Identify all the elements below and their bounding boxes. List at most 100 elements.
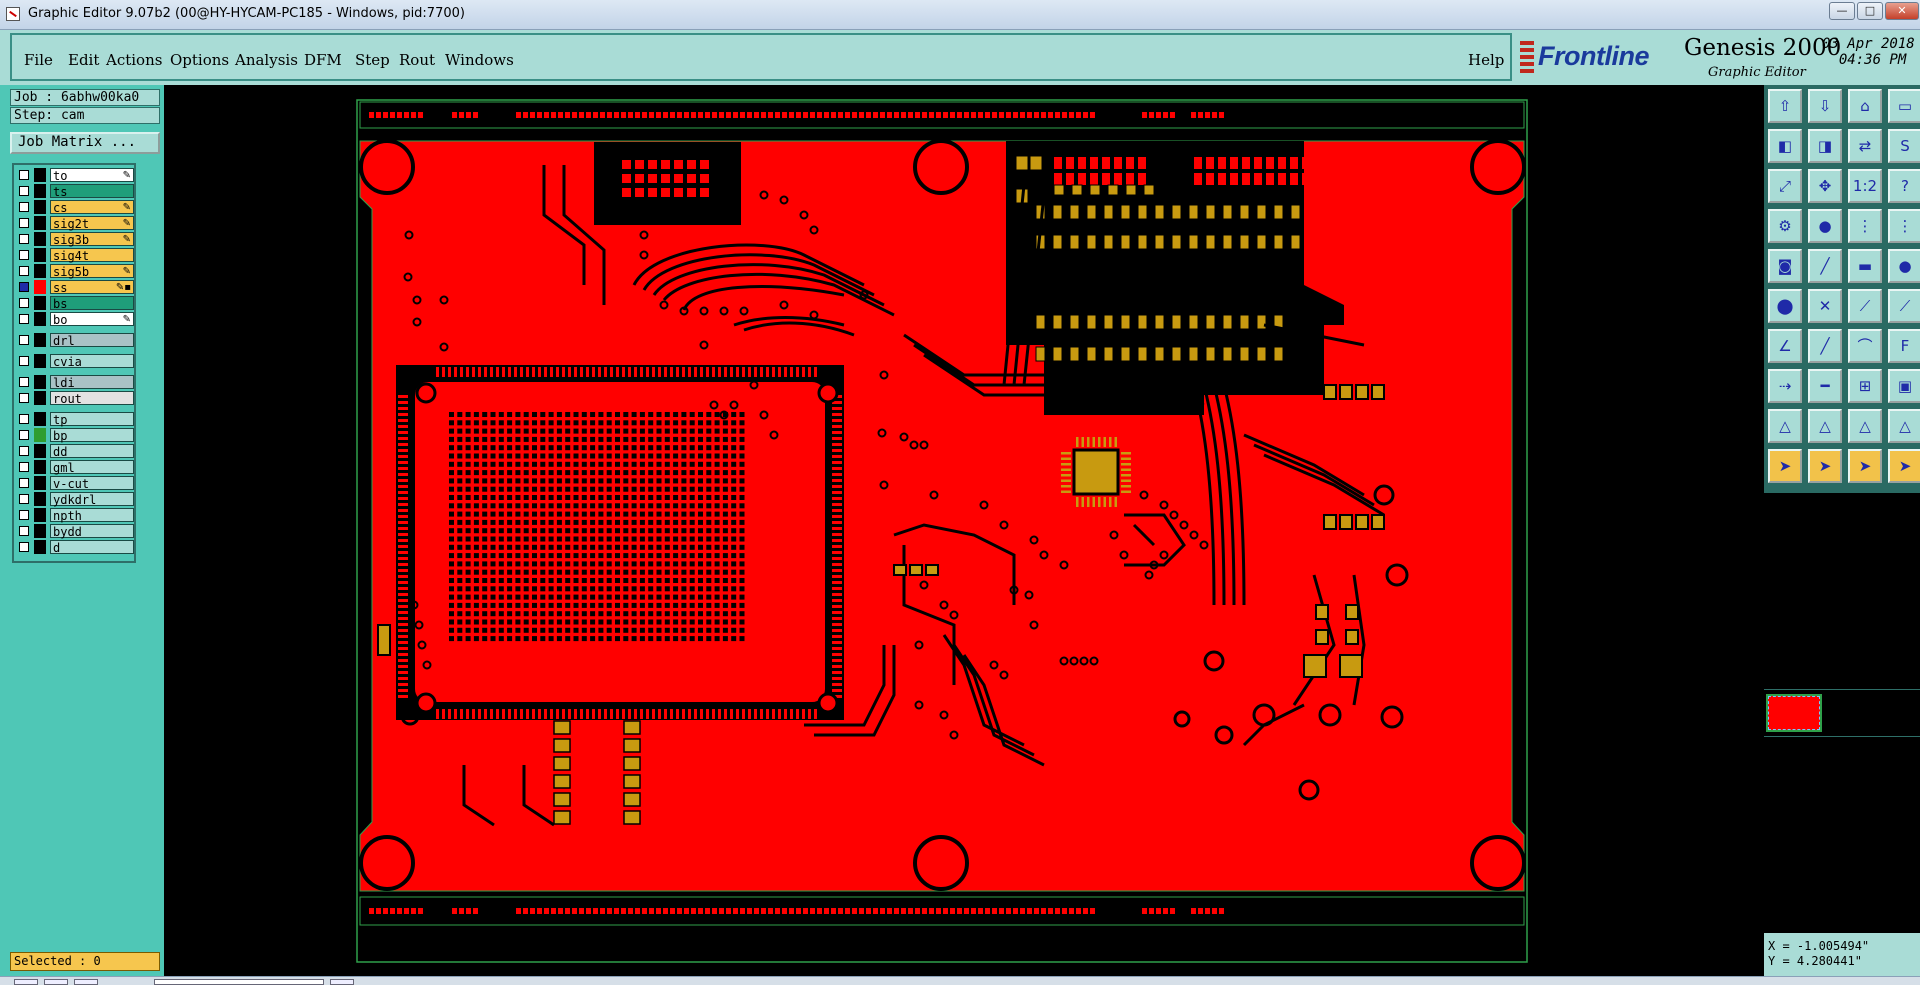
maximize-button[interactable]: □ bbox=[1857, 2, 1883, 20]
layer-checkbox[interactable] bbox=[19, 202, 29, 212]
pointer-area-icon[interactable]: ➤ bbox=[1848, 449, 1882, 483]
layer-checkbox[interactable] bbox=[19, 393, 29, 403]
layer-color-swatch[interactable] bbox=[34, 248, 46, 262]
layer-row-bo[interactable]: bo ✎ bbox=[16, 312, 134, 327]
layer-row-gml[interactable]: gml bbox=[16, 460, 134, 475]
layer-name[interactable]: sig5b ✎ bbox=[50, 264, 134, 279]
layer-name[interactable]: ldi bbox=[50, 375, 134, 390]
text-icon[interactable]: F bbox=[1888, 329, 1920, 363]
layer-row-cvia[interactable]: cvia bbox=[16, 354, 134, 369]
layer-color-swatch[interactable] bbox=[34, 540, 46, 554]
layer-name[interactable]: bo ✎ bbox=[50, 312, 134, 327]
layer-row-npth[interactable]: npth bbox=[16, 508, 134, 523]
arc-icon[interactable]: ⌒ bbox=[1848, 329, 1882, 363]
layer-color-swatch[interactable] bbox=[34, 264, 46, 278]
tri-icon[interactable]: △ bbox=[1768, 409, 1802, 443]
layer-row-tp[interactable]: tp bbox=[16, 412, 134, 427]
layer-row-bydd[interactable]: bydd bbox=[16, 524, 134, 539]
layer-name[interactable]: cvia bbox=[50, 354, 134, 369]
layer-color-swatch[interactable] bbox=[34, 391, 46, 405]
layer-name[interactable]: gml bbox=[50, 460, 134, 475]
layer-checkbox[interactable] bbox=[19, 414, 29, 424]
layer-checkbox[interactable] bbox=[19, 266, 29, 276]
overview-window[interactable] bbox=[1764, 689, 1920, 737]
layer-color-swatch[interactable] bbox=[34, 444, 46, 458]
pointer-select-icon[interactable]: ➤ bbox=[1808, 449, 1842, 483]
zoom-home-icon[interactable]: ✥ bbox=[1808, 169, 1842, 203]
layer-color-swatch[interactable] bbox=[34, 508, 46, 522]
layer-row-ss[interactable]: ss ✎▪ bbox=[16, 280, 134, 295]
pad-icon[interactable]: ◙ bbox=[1768, 249, 1802, 283]
layer-row-drl[interactable]: drl bbox=[16, 333, 134, 348]
layer-color-swatch[interactable] bbox=[34, 232, 46, 246]
layer-row-ydkdrl[interactable]: ydkdrl bbox=[16, 492, 134, 507]
pointer-icon[interactable]: ➤ bbox=[1768, 449, 1802, 483]
layer-row-v-cut[interactable]: v-cut bbox=[16, 476, 134, 491]
draw-diag-icon[interactable]: ╱ bbox=[1808, 329, 1842, 363]
strip-button[interactable] bbox=[330, 979, 354, 985]
measure-icon[interactable]: ⚙ bbox=[1768, 209, 1802, 243]
layer-name[interactable]: ydkdrl bbox=[50, 492, 134, 507]
layer-name[interactable]: ts bbox=[50, 184, 134, 199]
layer-color-swatch[interactable] bbox=[34, 460, 46, 474]
snap-icon[interactable]: S bbox=[1888, 129, 1920, 163]
layer-checkbox[interactable] bbox=[19, 494, 29, 504]
probe-icon[interactable]: ● bbox=[1808, 209, 1842, 243]
layer-name[interactable]: sig4t bbox=[50, 248, 134, 263]
menu-options[interactable]: Options bbox=[170, 51, 229, 69]
layer-row-sig5b[interactable]: sig5b ✎ bbox=[16, 264, 134, 279]
layer-name[interactable]: bydd bbox=[50, 524, 134, 539]
strip-field[interactable] bbox=[154, 979, 324, 985]
strip-button[interactable] bbox=[44, 979, 68, 985]
flip-icon[interactable]: ⇄ bbox=[1848, 129, 1882, 163]
rect-icon[interactable]: ▬ bbox=[1848, 249, 1882, 283]
netlist-icon[interactable]: ⋮ bbox=[1848, 209, 1882, 243]
layer-row-d[interactable]: d bbox=[16, 540, 134, 555]
menu-analysis[interactable]: Analysis bbox=[235, 51, 298, 69]
house-icon[interactable]: ⌂ bbox=[1848, 89, 1882, 123]
layer-row-rout[interactable]: rout bbox=[16, 391, 134, 406]
menu-step[interactable]: Step bbox=[355, 51, 390, 69]
layer-checkbox[interactable] bbox=[19, 250, 29, 260]
layer-row-sig4t[interactable]: sig4t bbox=[16, 248, 134, 263]
layer-checkbox[interactable] bbox=[19, 526, 29, 536]
pointer-multi-icon[interactable]: ➤ bbox=[1888, 449, 1920, 483]
layer-checkbox[interactable] bbox=[19, 170, 29, 180]
tri4-icon[interactable]: △ bbox=[1888, 409, 1920, 443]
layer-checkbox[interactable] bbox=[19, 218, 29, 228]
layers-icon[interactable]: ⋮ bbox=[1888, 209, 1920, 243]
window-icon[interactable]: ▭ bbox=[1888, 89, 1920, 123]
layer-checkbox[interactable] bbox=[19, 234, 29, 244]
layer-color-swatch[interactable] bbox=[34, 312, 46, 326]
link-icon[interactable]: ⟋ bbox=[1888, 289, 1920, 323]
strip-button[interactable] bbox=[14, 979, 38, 985]
layer-checkbox[interactable] bbox=[19, 430, 29, 440]
layer-color-swatch[interactable] bbox=[34, 333, 46, 347]
line-icon[interactable]: ╱ bbox=[1808, 249, 1842, 283]
layer-color-swatch[interactable] bbox=[34, 428, 46, 442]
layer-checkbox[interactable] bbox=[19, 510, 29, 520]
move-icon[interactable]: ⇢ bbox=[1768, 369, 1802, 403]
menu-dfm[interactable]: DFM bbox=[304, 51, 342, 69]
layer-color-swatch[interactable] bbox=[34, 184, 46, 198]
save-icon[interactable]: ⇩ bbox=[1808, 89, 1842, 123]
layer-row-dd[interactable]: dd bbox=[16, 444, 134, 459]
layer-checkbox[interactable] bbox=[19, 335, 29, 345]
tri3-icon[interactable]: △ bbox=[1848, 409, 1882, 443]
layer-name[interactable]: to ✎ bbox=[50, 168, 134, 183]
layer-checkbox[interactable] bbox=[19, 478, 29, 488]
layer-color-swatch[interactable] bbox=[34, 296, 46, 310]
layer-name[interactable]: npth bbox=[50, 508, 134, 523]
layer-color-swatch[interactable] bbox=[34, 200, 46, 214]
layer-row-bp[interactable]: bp bbox=[16, 428, 134, 443]
layer-name[interactable]: bp bbox=[50, 428, 134, 443]
circle-icon[interactable]: ● bbox=[1888, 249, 1920, 283]
layer-row-cs[interactable]: cs ✎ bbox=[16, 200, 134, 215]
layer-checkbox[interactable] bbox=[19, 282, 29, 292]
layer-color-swatch[interactable] bbox=[34, 216, 46, 230]
cut-icon[interactable]: ━ bbox=[1808, 369, 1842, 403]
pan-right-icon[interactable]: ◨ bbox=[1808, 129, 1842, 163]
layer-name[interactable]: rout bbox=[50, 391, 134, 406]
layer-color-swatch[interactable] bbox=[34, 354, 46, 368]
layer-row-to[interactable]: to ✎ bbox=[16, 168, 134, 183]
